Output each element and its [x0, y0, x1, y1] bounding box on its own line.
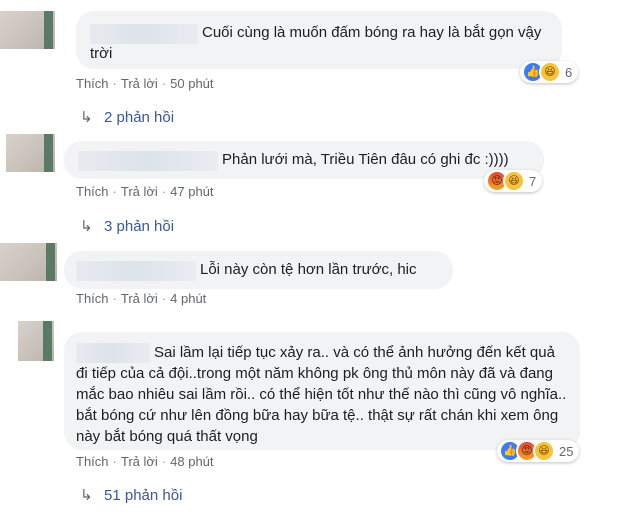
haha-icon: 😆: [503, 170, 525, 192]
reply-arrow-icon: ↳: [80, 109, 93, 126]
author-name[interactable]: [90, 24, 198, 44]
reaction-summary[interactable]: 👍 😆 6: [520, 61, 579, 83]
comment-bubble: Lỗi này còn tệ hơn lần trước, hic: [64, 251, 453, 289]
like-link[interactable]: Thích: [76, 76, 109, 91]
reply-arrow-icon: ↳: [80, 487, 93, 504]
comment-text: Sai lầm lại tiếp tục xảy ra.. và có thể …: [76, 344, 567, 445]
comment-meta: Thích · Trả lời · 47 phút: [76, 184, 214, 199]
timestamp[interactable]: 48 phút: [170, 454, 213, 469]
haha-icon: 😆: [533, 440, 555, 462]
haha-icon: 😆: [539, 61, 561, 83]
comment-text: Lỗi này còn tệ hơn lần trước, hic: [200, 261, 417, 278]
avatar[interactable]: [0, 11, 55, 49]
comment-bubble: Cuối cùng là muốn đấm bóng ra hay là bắt…: [76, 11, 562, 69]
like-link[interactable]: Thích: [76, 184, 109, 199]
reply-arrow-icon: ↳: [80, 218, 93, 235]
avatar[interactable]: [0, 243, 57, 281]
view-replies-link[interactable]: ↳ 51 phản hồi: [80, 486, 182, 504]
author-name[interactable]: [76, 261, 196, 281]
view-replies-link[interactable]: ↳ 3 phản hồi: [80, 217, 174, 235]
reply-link[interactable]: Trả lời: [121, 454, 158, 469]
comment-text: Phản lưới mà, Triều Tiên đâu có ghi đc :…: [222, 151, 509, 168]
reply-link[interactable]: Trả lời: [121, 291, 158, 306]
view-replies-link[interactable]: ↳ 2 phản hồi: [80, 108, 174, 126]
timestamp[interactable]: 4 phút: [170, 291, 206, 306]
reaction-count: 25: [559, 443, 574, 459]
comment-bubble: Phản lưới mà, Triều Tiên đâu có ghi đc :…: [64, 141, 544, 179]
timestamp[interactable]: 47 phút: [170, 184, 213, 199]
avatar[interactable]: [18, 321, 54, 361]
avatar[interactable]: [6, 134, 55, 172]
timestamp[interactable]: 50 phút: [170, 76, 213, 91]
author-name[interactable]: [78, 151, 218, 171]
author-name[interactable]: [76, 343, 150, 363]
reply-link[interactable]: Trả lời: [121, 184, 158, 199]
comment-meta: Thích · Trả lời · 4 phút: [76, 291, 207, 306]
reaction-summary[interactable]: 👍 😡 😆 25: [497, 440, 580, 462]
reaction-count: 6: [565, 64, 573, 80]
comment-meta: Thích · Trả lời · 50 phút: [76, 76, 214, 91]
reply-link[interactable]: Trả lời: [121, 76, 158, 91]
reaction-count: 7: [529, 173, 537, 189]
like-link[interactable]: Thích: [76, 454, 109, 469]
comment-bubble: Sai lầm lại tiếp tục xảy ra.. và có thể …: [64, 332, 580, 450]
like-link[interactable]: Thích: [76, 291, 109, 306]
comment-meta: Thích · Trả lời · 48 phút: [76, 454, 214, 469]
reaction-summary[interactable]: 😡 😆 7: [484, 170, 543, 192]
